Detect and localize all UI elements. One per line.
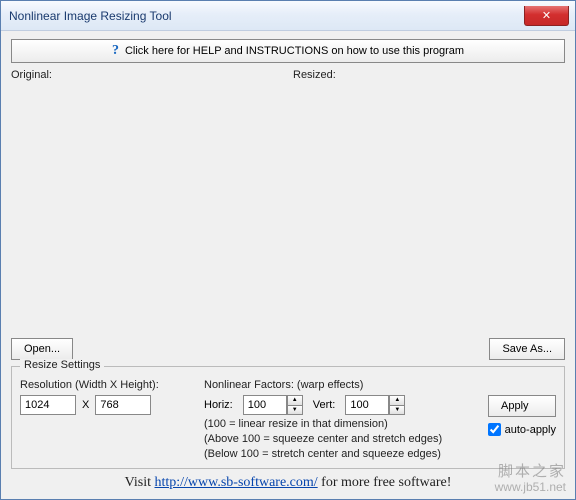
vert-label: Vert:: [313, 399, 336, 411]
resolution-column: Resolution (Width X Height): X: [20, 379, 190, 415]
open-button[interactable]: Open...: [11, 338, 73, 360]
height-input[interactable]: [95, 395, 151, 415]
resize-settings-group: Resize Settings Resolution (Width X Heig…: [11, 366, 565, 469]
image-preview-area: Original: Resized:: [11, 69, 565, 334]
vert-up-button[interactable]: ▲: [389, 395, 405, 405]
horiz-input[interactable]: [243, 395, 287, 415]
help-button[interactable]: ? Click here for HELP and INSTRUCTIONS o…: [11, 39, 565, 63]
close-button[interactable]: ✕: [524, 6, 569, 26]
resized-label: Resized:: [293, 69, 565, 81]
horiz-spinner: ▲ ▼: [243, 395, 303, 415]
resize-settings-legend: Resize Settings: [20, 359, 104, 371]
auto-apply-label: auto-apply: [505, 424, 556, 436]
horiz-up-button[interactable]: ▲: [287, 395, 303, 405]
chevron-up-icon: ▲: [292, 397, 298, 403]
help-label: Click here for HELP and INSTRUCTIONS on …: [125, 45, 464, 57]
horiz-label: Horiz:: [204, 399, 233, 411]
close-icon: ✕: [542, 9, 551, 22]
content-area: ? Click here for HELP and INSTRUCTIONS o…: [1, 31, 575, 499]
hint-2: (Above 100 = squeeze center and stretch …: [204, 433, 462, 445]
app-window: Nonlinear Image Resizing Tool ✕ ? Click …: [0, 0, 576, 500]
footer-link[interactable]: http://www.sb-software.com/: [154, 475, 317, 490]
nonlinear-label: Nonlinear Factors: (warp effects): [204, 379, 462, 391]
auto-apply-checkbox[interactable]: [488, 423, 501, 436]
footer-suffix: for more free software!: [318, 475, 452, 490]
footer-prefix: Visit: [125, 475, 155, 490]
save-as-button[interactable]: Save As...: [489, 338, 565, 360]
width-input[interactable]: [20, 395, 76, 415]
vert-down-button[interactable]: ▼: [389, 405, 405, 416]
apply-button[interactable]: Apply: [488, 395, 556, 417]
hint-1: (100 = linear resize in that dimension): [204, 418, 462, 430]
auto-apply-row[interactable]: auto-apply: [488, 423, 556, 436]
open-save-row: Open... Save As...: [11, 338, 565, 360]
resized-pane: Resized:: [293, 69, 565, 334]
window-title: Nonlinear Image Resizing Tool: [9, 9, 524, 23]
chevron-down-icon: ▼: [394, 407, 400, 413]
vert-spinner: ▲ ▼: [345, 395, 405, 415]
horiz-down-button[interactable]: ▼: [287, 405, 303, 416]
original-label: Original:: [11, 69, 283, 81]
footer-text: Visit http://www.sb-software.com/ for mo…: [11, 473, 565, 497]
titlebar: Nonlinear Image Resizing Tool ✕: [1, 1, 575, 31]
vert-input[interactable]: [345, 395, 389, 415]
help-icon: ?: [112, 43, 119, 59]
resolution-label: Resolution (Width X Height):: [20, 379, 190, 391]
hint-3: (Below 100 = stretch center and squeeze …: [204, 448, 462, 460]
original-pane: Original:: [11, 69, 283, 334]
x-separator: X: [82, 399, 89, 411]
nonlinear-column: Nonlinear Factors: (warp effects) Horiz:…: [204, 379, 462, 460]
chevron-down-icon: ▼: [292, 407, 298, 413]
chevron-up-icon: ▲: [394, 397, 400, 403]
apply-column: Apply auto-apply: [476, 379, 556, 436]
